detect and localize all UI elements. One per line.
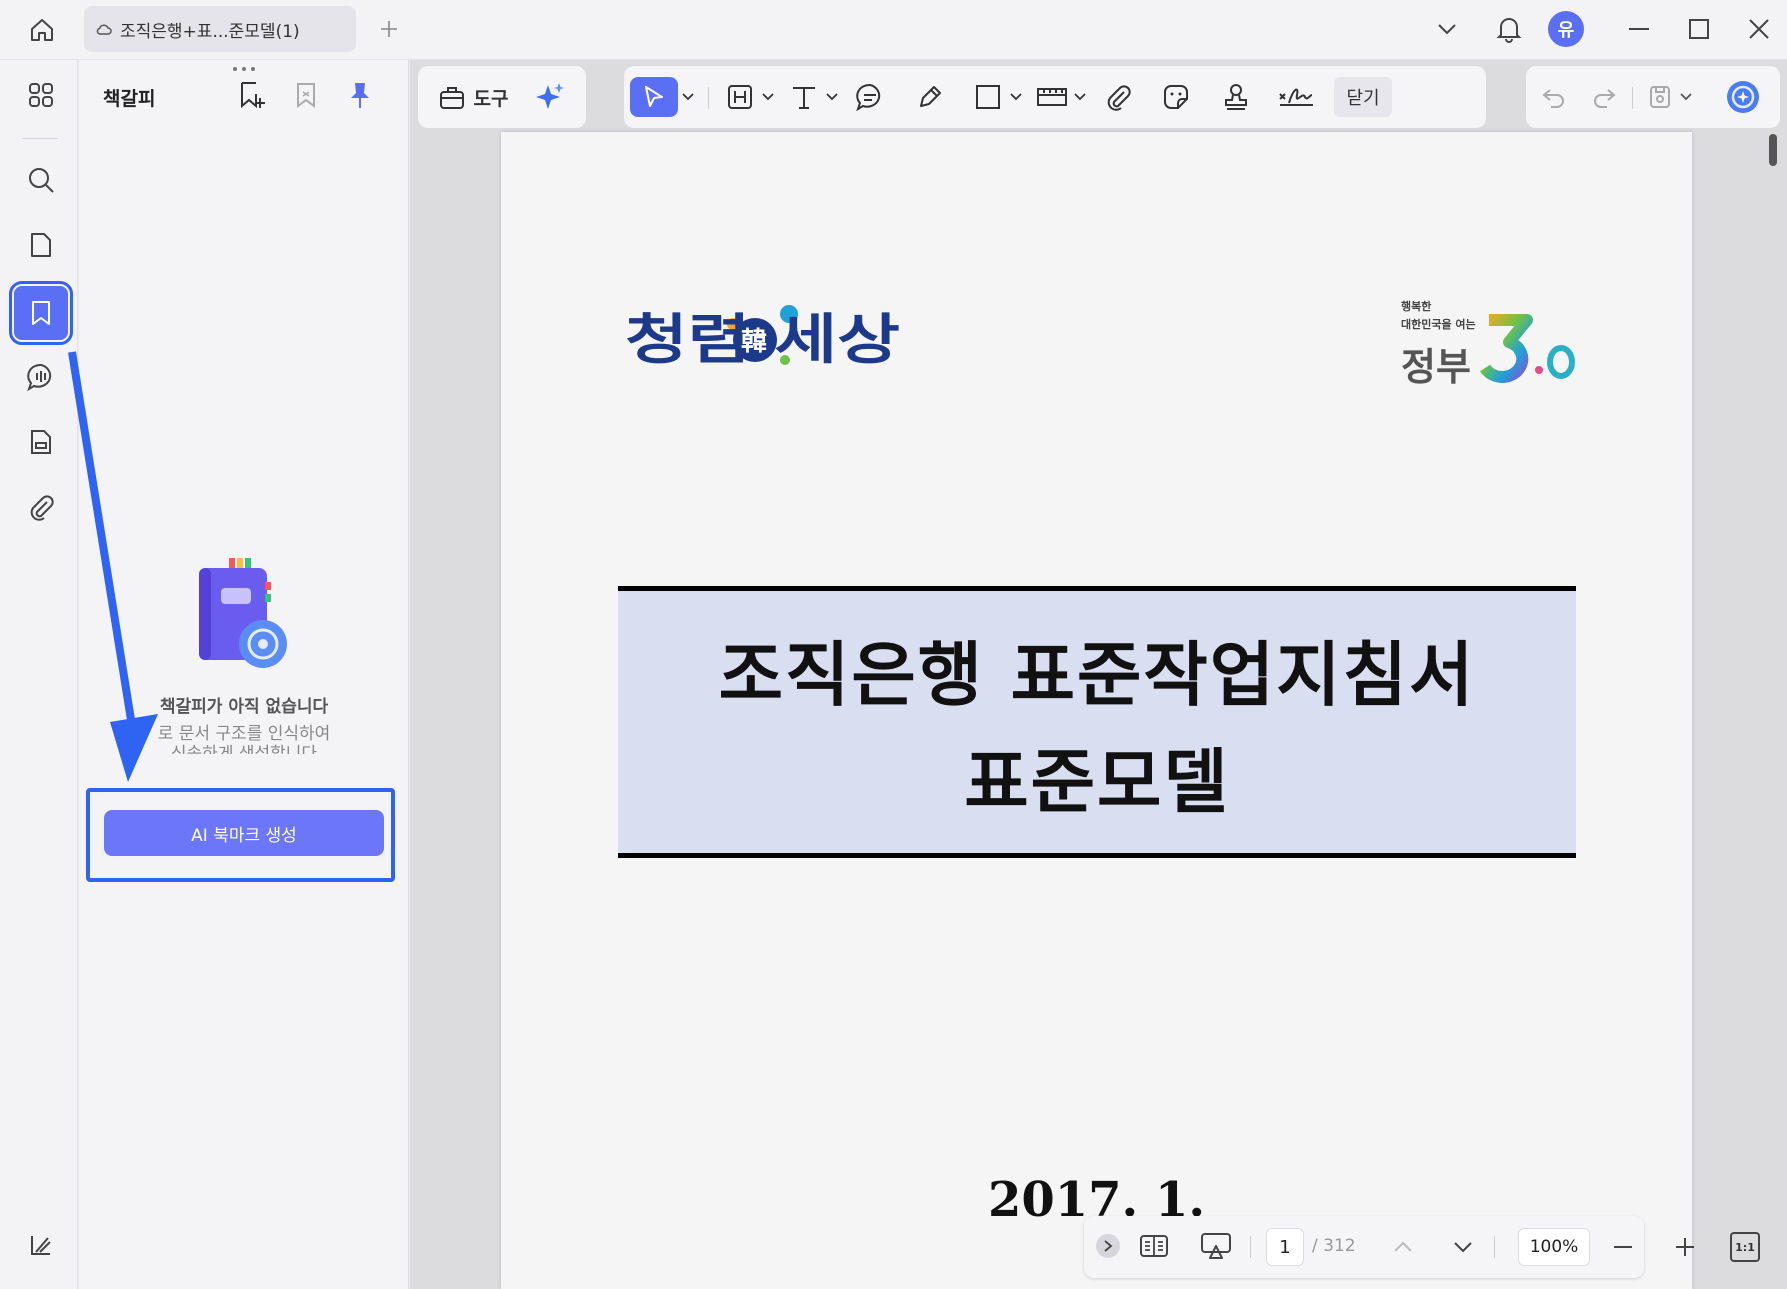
pen-tool-icon[interactable] — [908, 77, 952, 117]
close-toolbar-button[interactable]: 닫기 — [1334, 77, 1392, 117]
next-page-icon[interactable] — [1448, 1232, 1478, 1262]
logo-main-text: 정부 — [1401, 345, 1471, 389]
shape-dropdown-icon[interactable] — [1008, 77, 1024, 117]
maximize-icon[interactable] — [1684, 14, 1714, 44]
toolbar-tools-group: 도구 — [418, 66, 586, 128]
signature-icon[interactable] — [1272, 77, 1320, 117]
user-avatar[interactable]: 유 — [1548, 11, 1584, 47]
document-title-line1: 조직은행 표준작업지침서 — [718, 634, 1476, 716]
text-dropdown-icon[interactable] — [824, 77, 840, 117]
vertical-scrollbar-thumb[interactable] — [1769, 134, 1777, 166]
stamp-icon[interactable] — [1214, 77, 1258, 117]
ai-bookmark-button[interactable]: AI 북마크 생성 — [104, 810, 384, 856]
bottombar-divider — [1250, 1236, 1251, 1258]
annotation-arrow — [68, 351, 158, 782]
highlight-h-icon[interactable] — [720, 77, 760, 117]
tools-button[interactable]: 도구 — [428, 77, 518, 117]
logo-small-text-2: 대한민국을 여는 — [1401, 318, 1476, 331]
toolbar-annotation-group: 닫기 — [624, 66, 1486, 128]
zoom-out-icon[interactable] — [1608, 1232, 1638, 1262]
svg-text:韓: 韓 — [741, 327, 767, 357]
sticker-icon[interactable] — [1154, 77, 1198, 117]
logo-small-text-1: 행복한 — [1401, 300, 1432, 313]
document-area: 도구 닫기 청렴 세상 韓 행복한 대한민국을 여는 정부 조직은행 표준작업지… — [410, 60, 1787, 1289]
expand-chevron-icon[interactable] — [1096, 1234, 1120, 1258]
select-cursor-icon[interactable] — [630, 77, 678, 117]
text-tool-icon[interactable] — [784, 77, 824, 117]
page-number-input[interactable]: 1 — [1266, 1228, 1304, 1266]
document-title-line2: 표준모델 — [964, 741, 1230, 823]
ai-assistant-icon[interactable] — [1722, 77, 1764, 117]
panel-toggle-icon[interactable] — [14, 1218, 68, 1272]
measure-dropdown-icon[interactable] — [1072, 77, 1088, 117]
comment-tool-icon[interactable] — [848, 77, 892, 117]
presentation-icon[interactable] — [1196, 1230, 1236, 1262]
toolbox-icon — [438, 84, 466, 110]
page-total: / 312 — [1312, 1236, 1356, 1256]
toolbar-divider — [708, 87, 709, 109]
shape-rectangle-icon[interactable] — [968, 77, 1008, 117]
bell-icon[interactable] — [1492, 12, 1526, 46]
toolbar-divider — [1632, 87, 1633, 109]
zoom-in-icon[interactable] — [1670, 1232, 1700, 1262]
document-title-box: 조직은행 표준작업지침서 표준모델 — [618, 586, 1576, 858]
save-dropdown-icon[interactable] — [1678, 77, 1694, 117]
page-navigation-bar: 1 / 312 100% — [1084, 1216, 1644, 1278]
integrity-logo: 청렴 세상 韓 — [625, 300, 905, 380]
attach-file-icon[interactable] — [1096, 77, 1140, 117]
close-window-icon[interactable] — [1744, 14, 1774, 44]
bottombar-divider — [1494, 1236, 1495, 1258]
save-icon[interactable] — [1640, 77, 1680, 117]
minimize-icon[interactable] — [1624, 14, 1654, 44]
ai-sparkle-icon[interactable] — [528, 77, 572, 117]
select-dropdown-icon[interactable] — [680, 77, 696, 117]
toolbar-history-group — [1526, 66, 1780, 128]
pdf-page: 청렴 세상 韓 행복한 대한민국을 여는 정부 조직은행 표준작업지침서 표준모… — [501, 132, 1692, 1289]
measure-tool-icon[interactable] — [1032, 77, 1072, 117]
page-layout-icon[interactable] — [1136, 1230, 1172, 1262]
zoom-level-input[interactable]: 100% — [1518, 1228, 1590, 1266]
chevron-down-icon[interactable] — [1432, 14, 1462, 44]
undo-icon[interactable] — [1534, 77, 1574, 117]
tools-label: 도구 — [473, 87, 509, 110]
highlight-dropdown-icon[interactable] — [760, 77, 776, 117]
previous-page-icon[interactable] — [1388, 1232, 1418, 1262]
redo-icon[interactable] — [1584, 77, 1624, 117]
government-3-logo: 행복한 대한민국을 여는 정부 — [1401, 292, 1581, 392]
actual-size-button[interactable]: 1:1 — [1730, 1232, 1760, 1262]
